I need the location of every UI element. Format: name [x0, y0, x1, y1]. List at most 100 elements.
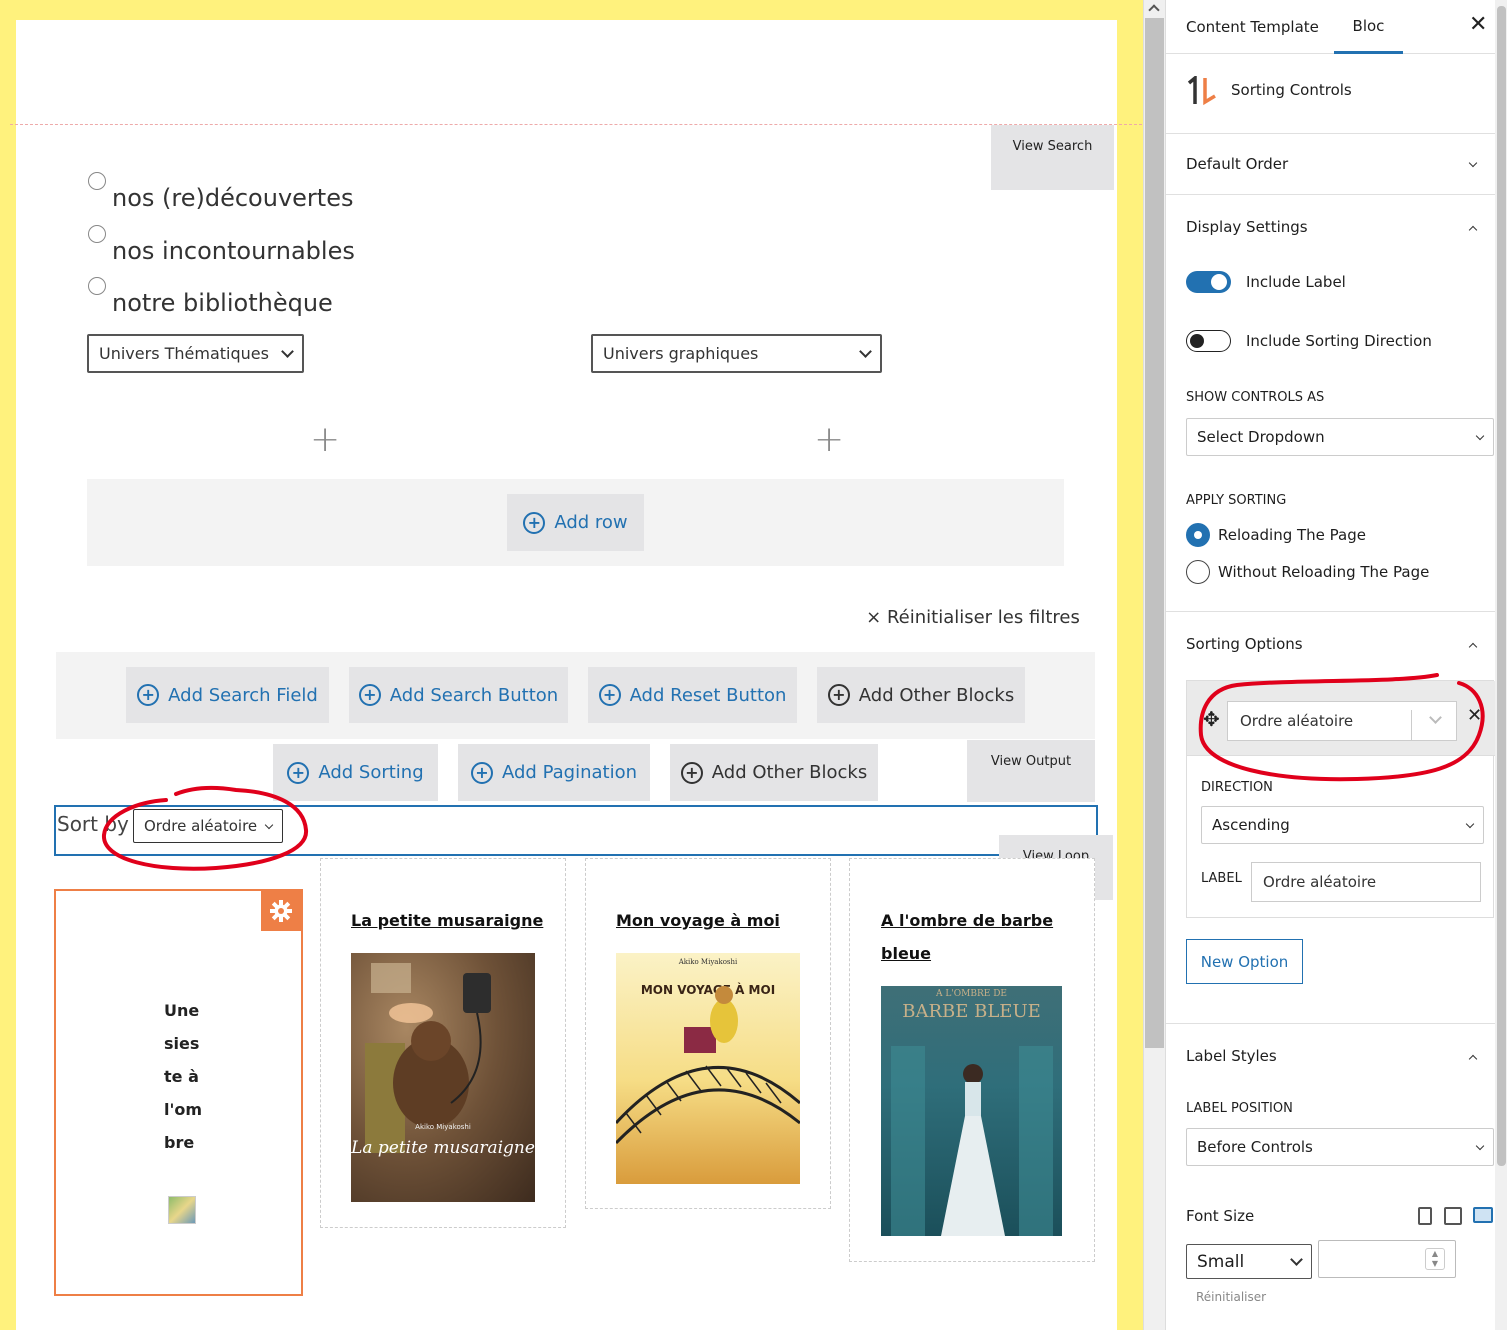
card-excerpt: Une sies te à l'om bre	[164, 994, 202, 1159]
mobile-device-icon[interactable]	[1418, 1207, 1432, 1225]
post-card[interactable]: A l'ombre de barbe bleue A L'OMBRE DE BA…	[849, 858, 1095, 1262]
apply-without-reloading-text: Without Reloading The Page	[1218, 563, 1430, 581]
apply-reloading-radio[interactable]	[1186, 523, 1210, 547]
font-size-custom-input[interactable]: ▲ ▼	[1318, 1240, 1456, 1278]
chevron-up-icon	[1468, 225, 1478, 234]
radio-circle[interactable]	[88, 225, 106, 243]
desktop-device-icon[interactable]	[1473, 1207, 1493, 1223]
new-option-button[interactable]: New Option	[1186, 939, 1303, 984]
add-row-button[interactable]: + Add row	[507, 494, 644, 551]
select-value: Small	[1197, 1251, 1245, 1272]
cover-author-text: Akiko Miyakoshi	[415, 1123, 471, 1131]
chevron-down-icon	[1290, 1252, 1303, 1266]
scroll-up-arrow-icon[interactable]	[1148, 4, 1160, 16]
radio-circle[interactable]	[88, 277, 106, 295]
chevron-down-icon	[859, 344, 872, 358]
select-divider	[1411, 710, 1412, 740]
radio-circle[interactable]	[88, 172, 106, 190]
panel-display-settings[interactable]: Display Settings	[1166, 195, 1496, 259]
radio-option-incontournables[interactable]: nos incontournables	[88, 225, 355, 265]
post-card[interactable]: Mon voyage à moi Akiko Miyakoshi MON VOY…	[585, 858, 831, 1209]
include-sorting-direction-toggle[interactable]	[1186, 330, 1231, 352]
add-other-blocks-button[interactable]: + Add Other Blocks	[817, 667, 1025, 723]
drag-handle-icon[interactable]: ✥	[1203, 707, 1220, 731]
panel-sorting-options[interactable]: Sorting Options	[1166, 612, 1496, 676]
panel-title: Label Styles	[1186, 1047, 1277, 1065]
direction-label: DIRECTION	[1201, 780, 1273, 795]
plus-circle-icon: +	[598, 684, 621, 706]
book-cover-barbe-bleue: A L'OMBRE DE BARBE BLEUE	[881, 986, 1062, 1236]
add-pagination-button[interactable]: + Add Pagination	[458, 744, 650, 801]
include-label-toggle[interactable]	[1186, 271, 1231, 293]
tab-bloc[interactable]: Bloc	[1334, 0, 1403, 54]
add-other-blocks-button[interactable]: + Add Other Blocks	[670, 744, 878, 801]
include-label-text: Include Label	[1246, 273, 1346, 291]
sorting-option-select[interactable]: Ordre aléatoire	[1227, 701, 1457, 741]
add-search-button-button[interactable]: + Add Search Button	[349, 667, 568, 723]
sorting-option-header: ✥ Ordre aléatoire ✕	[1187, 681, 1495, 756]
block-card: Sorting Controls	[1166, 54, 1496, 134]
sidebar-scrollbar[interactable]	[1495, 0, 1507, 1330]
chevron-up-icon	[1468, 1054, 1478, 1063]
button-label: Add Other Blocks	[711, 762, 868, 783]
add-sorting-button[interactable]: + Add Sorting	[273, 744, 438, 801]
chevron-down-icon	[1475, 1141, 1485, 1150]
panel-label-styles[interactable]: Label Styles	[1166, 1024, 1496, 1088]
add-block-plus-icon[interactable]: +	[814, 422, 844, 458]
sort-select[interactable]: Ordre aléatoire	[133, 809, 283, 843]
radio-option-bibliotheque[interactable]: notre bibliothèque	[88, 277, 333, 317]
plus-circle-icon: +	[827, 684, 850, 706]
post-card-selected[interactable]: Une sies te à l'om bre	[54, 889, 303, 1296]
tab-content-template[interactable]: Content Template	[1186, 0, 1319, 54]
card-title[interactable]: A l'ombre de barbe bleue	[881, 904, 1053, 970]
direction-select[interactable]: Ascending	[1201, 806, 1484, 844]
select-value: Ascending	[1212, 816, 1290, 834]
post-card[interactable]: La petite musaraigne La petite musaraign…	[320, 858, 566, 1228]
sorting-controls-block[interactable]: Sort by Ordre aléatoire	[54, 805, 1098, 856]
chevron-down-icon	[281, 344, 294, 358]
apply-reloading-text: Reloading The Page	[1218, 526, 1366, 544]
cover-illustration	[891, 1046, 1053, 1236]
add-block-plus-icon[interactable]: +	[310, 422, 340, 458]
close-icon[interactable]: ✕	[1469, 12, 1487, 37]
card-title[interactable]: La petite musaraigne	[351, 904, 543, 937]
block-title: Sorting Controls	[1231, 81, 1352, 99]
cover-title-text: La petite musaraigne	[351, 1138, 535, 1158]
apply-without-reloading-radio[interactable]	[1186, 560, 1210, 584]
view-output-button[interactable]: View Output	[967, 740, 1095, 802]
card-title[interactable]: Mon voyage à moi	[616, 904, 780, 937]
book-cover-musaraigne: La petite musaraigne Akiko Miyakoshi	[351, 953, 535, 1202]
radio-option-decouvertes[interactable]: nos (re)découvertes	[88, 172, 353, 212]
card-title-line: bleue	[881, 944, 932, 963]
block-inspector-sidebar: Content Template Bloc ✕ Sorting Controls…	[1165, 0, 1507, 1330]
reset-filters-link[interactable]: × Réinitialiser les filtres	[852, 598, 1094, 636]
panel-default-order[interactable]: Default Order	[1166, 134, 1496, 195]
univers-thematiques-dropdown[interactable]: Univers Thématiques	[87, 334, 304, 373]
gear-icon[interactable]	[261, 891, 301, 931]
panel-title: Display Settings	[1186, 218, 1308, 236]
label-position-select[interactable]: Before Controls	[1186, 1128, 1494, 1166]
cover-illustration	[616, 986, 800, 1145]
univers-graphiques-dropdown[interactable]: Univers graphiques	[591, 334, 882, 373]
scrollbar-thumb[interactable]	[1145, 18, 1164, 1048]
sidebar-scrollbar-thumb[interactable]	[1497, 6, 1506, 1166]
font-size-select[interactable]: Small	[1186, 1244, 1312, 1279]
label-input[interactable]: Ordre aléatoire	[1251, 862, 1481, 902]
plus-circle-icon: +	[358, 684, 381, 706]
search-block-outline	[10, 124, 1142, 125]
remove-option-icon[interactable]: ✕	[1467, 705, 1482, 726]
card-title-line: A l'ombre de barbe	[881, 911, 1054, 930]
chevron-down-icon	[1475, 431, 1485, 440]
add-reset-button-button[interactable]: + Add Reset Button	[588, 667, 797, 723]
include-sorting-direction-text: Include Sorting Direction	[1246, 332, 1432, 350]
select-value: Before Controls	[1197, 1138, 1313, 1156]
number-spinner-icon[interactable]: ▲ ▼	[1425, 1248, 1445, 1270]
label-position-label: LABEL POSITION	[1186, 1101, 1293, 1116]
show-controls-as-select[interactable]: Select Dropdown	[1186, 418, 1494, 456]
add-search-field-button[interactable]: + Add Search Field	[126, 667, 329, 723]
tablet-device-icon[interactable]	[1444, 1207, 1462, 1225]
canvas-scrollbar[interactable]	[1143, 0, 1165, 1330]
chevron-down-icon	[1468, 158, 1478, 167]
reset-font-size-link[interactable]: Réinitialiser	[1196, 1290, 1266, 1304]
view-search-button[interactable]: View Search	[991, 125, 1114, 190]
